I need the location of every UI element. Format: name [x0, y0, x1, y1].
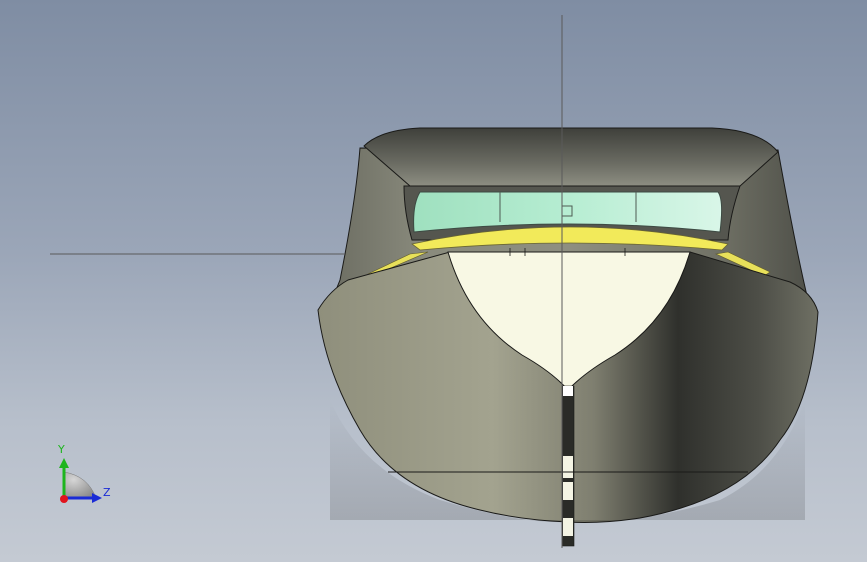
triad-z-label: Z: [103, 486, 111, 499]
keel-strip-light: [563, 386, 573, 396]
keel-strip-light: [563, 518, 573, 536]
keel-strip-light: [563, 456, 573, 478]
cabin-roof: [363, 127, 779, 187]
triad-y-label: Y: [58, 443, 65, 456]
orientation-triad[interactable]: [59, 458, 102, 503]
triad-z-arrow: [92, 493, 102, 503]
graphics-viewport[interactable]: Y Z: [0, 0, 867, 562]
triad-x-axis: [60, 495, 68, 503]
triad-cone: [63, 471, 97, 499]
keel-strip-light: [563, 482, 573, 500]
boat-model-front-view[interactable]: [0, 0, 867, 562]
triad-y-arrow: [59, 458, 69, 468]
